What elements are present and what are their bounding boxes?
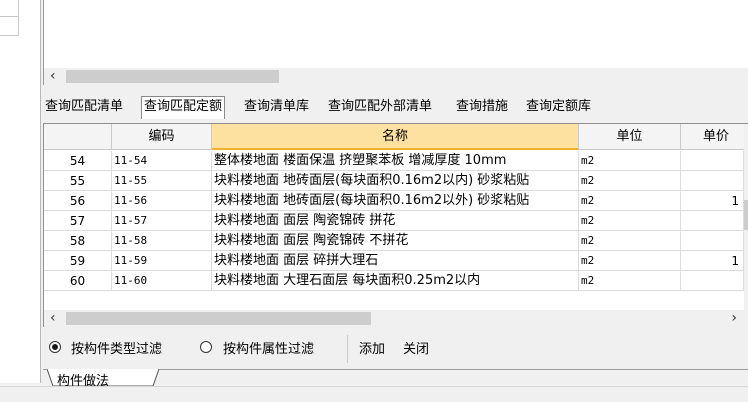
quota-unit: m2 [579, 251, 681, 271]
row-index: 58 [44, 231, 112, 251]
column-header-unit[interactable]: 单位 [579, 124, 681, 150]
filter-by-attribute-radio[interactable] [200, 341, 212, 353]
add-button[interactable]: 添加 [359, 338, 385, 357]
column-header-index[interactable] [44, 124, 112, 150]
table-row[interactable]: 55 11-55 块料楼地面 地砖面层(每块面积0.16m2以内) 砂浆粘贴 m… [44, 171, 744, 191]
left-panel-row[interactable] [0, 0, 19, 17]
quota-price: 1 [681, 251, 744, 271]
scrollbar-thumb[interactable] [744, 200, 748, 230]
quota-code: 11-57 [112, 211, 212, 231]
row-index: 55 [44, 171, 112, 191]
row-index: 54 [44, 151, 112, 171]
upper-blank-area [43, 0, 748, 68]
quota-unit: m2 [579, 211, 681, 231]
table-vertical-scrollbar[interactable] [744, 124, 748, 311]
quota-code: 11-54 [112, 151, 212, 171]
quota-price [681, 271, 744, 291]
quota-name: 块料楼地面 大理石面层 每块面积0.25m2以内 [212, 271, 579, 291]
tab-component-method[interactable]: 构件做法 [47, 369, 159, 389]
table-row[interactable]: 60 11-60 块料楼地面 大理石面层 每块面积0.25m2以内 m2 [44, 271, 744, 291]
tab-query-quota-library[interactable]: 查询定额库 [526, 97, 591, 117]
quota-table: 编码 名称 单位 单价 54 11-54 整体楼地面 楼面保温 挤塑聚苯板 增减… [43, 123, 748, 311]
status-bar [0, 386, 748, 402]
filter-by-attribute-label[interactable]: 按构件属性过滤 [223, 338, 314, 357]
chevron-right-icon[interactable]: › [731, 310, 737, 327]
row-index: 59 [44, 251, 112, 271]
table-row[interactable]: 56 11-56 块料楼地面 地砖面层(每块面积0.16m2以外) 砂浆粘贴 m… [44, 191, 744, 211]
quota-price [681, 231, 744, 251]
filter-bar: 按构件类型过滤 按构件属性过滤 添加 关闭 [43, 334, 748, 364]
quota-code: 11-59 [112, 251, 212, 271]
quota-price: 1 [681, 191, 744, 211]
row-index: 56 [44, 191, 112, 211]
row-index: 60 [44, 271, 112, 291]
quota-unit: m2 [579, 171, 681, 191]
upper-horizontal-scrollbar[interactable]: ‹ [43, 68, 748, 85]
column-header-code[interactable]: 编码 [112, 124, 212, 150]
table-row[interactable]: 54 11-54 整体楼地面 楼面保温 挤塑聚苯板 增减厚度 10mm m2 [44, 151, 744, 171]
tab-query-match-list[interactable]: 查询匹配清单 [45, 97, 123, 117]
tab-query-measures[interactable]: 查询措施 [456, 97, 508, 117]
tab-query-match-external-list[interactable]: 查询匹配外部清单 [328, 97, 432, 117]
query-tab-bar: 查询匹配清单 查询匹配定额 查询清单库 查询匹配外部清单 查询措施 查询定额库 [43, 96, 748, 121]
column-header-price[interactable]: 单价 [681, 124, 748, 150]
left-panel [0, 0, 41, 383]
table-horizontal-scrollbar[interactable]: ‹ › [43, 310, 748, 327]
quota-unit: m2 [579, 151, 681, 171]
quota-code: 11-55 [112, 171, 212, 191]
quota-price [681, 171, 744, 191]
chevron-left-icon[interactable]: ‹ [50, 310, 56, 327]
table-row[interactable]: 58 11-58 块料楼地面 面层 陶瓷锦砖 不拼花 m2 [44, 231, 744, 251]
table-row[interactable]: 59 11-59 块料楼地面 面层 碎拼大理石 m2 1 [44, 251, 744, 271]
filter-by-type-radio[interactable] [49, 341, 61, 353]
close-button[interactable]: 关闭 [403, 338, 429, 357]
quota-price [681, 211, 744, 231]
tab-query-list-library[interactable]: 查询清单库 [244, 97, 309, 117]
column-header-name[interactable]: 名称 [212, 124, 579, 150]
quota-unit: m2 [579, 271, 681, 291]
row-index: 57 [44, 211, 112, 231]
quota-name: 整体楼地面 楼面保温 挤塑聚苯板 增减厚度 10mm [212, 151, 579, 171]
filter-by-type-label[interactable]: 按构件类型过滤 [71, 338, 162, 357]
quota-name: 块料楼地面 面层 陶瓷锦砖 不拼花 [212, 231, 579, 251]
quota-price [681, 151, 744, 171]
quota-name: 块料楼地面 面层 碎拼大理石 [212, 251, 579, 271]
quota-name: 块料楼地面 地砖面层(每块面积0.16m2以外) 砂浆粘贴 [212, 191, 579, 211]
chevron-left-icon[interactable]: ‹ [50, 68, 56, 85]
quota-code: 11-58 [112, 231, 212, 251]
quota-unit: m2 [579, 231, 681, 251]
scrollbar-thumb[interactable] [66, 312, 371, 325]
tab-query-match-quota[interactable]: 查询匹配定额 [141, 96, 226, 119]
quota-name: 块料楼地面 地砖面层(每块面积0.16m2以内) 砂浆粘贴 [212, 171, 579, 191]
divider [347, 335, 348, 363]
left-panel-row[interactable] [0, 17, 19, 36]
table-row[interactable]: 57 11-57 块料楼地面 面层 陶瓷锦砖 拼花 m2 [44, 211, 744, 231]
quota-name: 块料楼地面 面层 陶瓷锦砖 拼花 [212, 211, 579, 231]
quota-code: 11-60 [112, 271, 212, 291]
quota-code: 11-56 [112, 191, 212, 211]
scrollbar-thumb[interactable] [66, 70, 279, 83]
quota-unit: m2 [579, 191, 681, 211]
